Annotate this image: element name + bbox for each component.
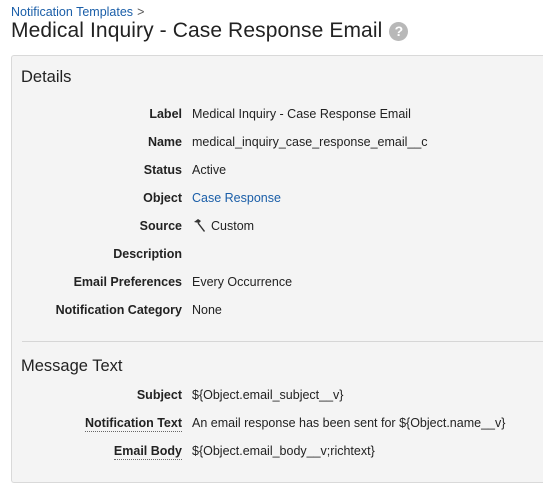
message-text-heading: Message Text <box>21 357 123 375</box>
source-value: Custom <box>211 219 255 233</box>
field-value: medical_inquiry_case_response_email__c <box>192 135 428 149</box>
page-title: Medical Inquiry - Case Response Email <box>11 19 383 42</box>
field-label: Email Preferences <box>73 275 182 289</box>
details-panel: Details Label Medical Inquiry - Case Res… <box>11 55 543 483</box>
field-value: Medical Inquiry - Case Response Email <box>192 107 411 121</box>
breadcrumb-link-notification-templates[interactable]: Notification Templates <box>11 5 133 19</box>
field-row-object: Object Case Response <box>12 188 532 208</box>
field-value: Case Response <box>192 188 281 208</box>
field-value: Active <box>192 163 227 177</box>
field-label: Label <box>149 107 182 121</box>
field-value: ${Object.email_subject__v} <box>192 388 344 402</box>
field-row-source: Source Custom <box>12 216 532 236</box>
field-row-description: Description <box>12 244 532 264</box>
field-label: Object <box>143 191 182 205</box>
field-row-name: Name medical_inquiry_case_response_email… <box>12 132 532 152</box>
field-row-label: Label Medical Inquiry - Case Response Em… <box>12 104 532 124</box>
field-row-subject: Subject ${Object.email_subject__v} <box>12 385 532 405</box>
field-value: None <box>192 303 222 317</box>
field-label-tooltip[interactable]: Notification Text <box>85 415 182 432</box>
field-value: Every Occurrence <box>192 275 293 289</box>
field-value: An email response has been sent for ${Ob… <box>192 416 506 430</box>
section-divider <box>22 341 543 342</box>
title-row: Medical Inquiry - Case Response Email ? <box>11 19 409 43</box>
object-link[interactable]: Case Response <box>192 191 281 205</box>
field-label: Subject <box>136 388 182 402</box>
field-label: Name <box>147 135 182 149</box>
field-row-notification-category: Notification Category None <box>12 300 532 320</box>
field-value: ${Object.email_body__v;richtext} <box>192 444 375 458</box>
help-icon[interactable]: ? <box>389 21 409 41</box>
field-label: Notification Category <box>55 303 182 317</box>
field-row-status: Status Active <box>12 160 532 180</box>
field-row-notification-text: Notification Text An email response has … <box>12 413 532 433</box>
details-heading: Details <box>21 68 72 86</box>
field-row-email-body: Email Body ${Object.email_body__v;richte… <box>12 441 532 461</box>
field-label: Status <box>143 163 182 177</box>
field-label: Description <box>113 247 182 261</box>
breadcrumb-separator: > <box>137 5 145 19</box>
breadcrumb[interactable]: Notification Templates > <box>11 5 144 19</box>
field-value: Custom <box>192 216 254 239</box>
field-label: Source <box>139 219 182 233</box>
hammer-icon <box>192 218 207 239</box>
field-label-tooltip[interactable]: Email Body <box>113 443 182 460</box>
field-row-email-preferences: Email Preferences Every Occurrence <box>12 272 532 292</box>
